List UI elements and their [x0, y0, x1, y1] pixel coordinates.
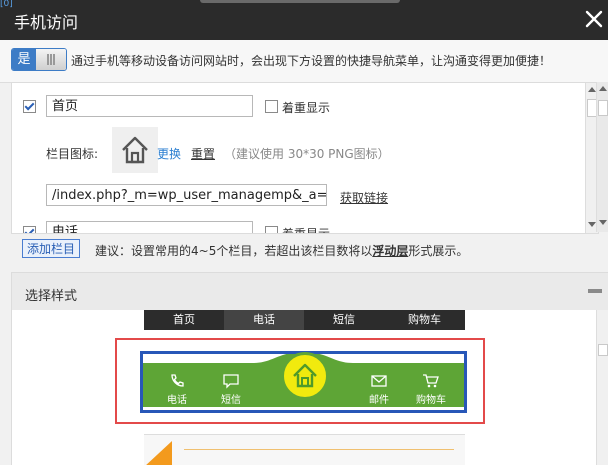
icon-label: 栏目图标: [46, 147, 99, 161]
link-url-input[interactable]: /index.php?_m=wp_user_managemp&_a=user. [46, 184, 327, 206]
background-tab [200, 0, 400, 3]
scroll-down-icon[interactable] [599, 220, 607, 225]
add-item-tip: 建议：设置常用的4~5个栏目，若超出该栏目数将以浮动层形式展示。 [95, 244, 469, 258]
scroll-up-icon[interactable] [588, 87, 596, 92]
enable-description: 通过手机等移动设备访问网站时，会出现下方设置的快捷导航菜单，让沟通变得更加便捷！ [71, 54, 552, 68]
scroll-down-icon[interactable] [588, 222, 596, 227]
orange-divider [184, 449, 454, 450]
dark-nav-item: 首页 [173, 313, 195, 326]
green-nav-item: 购物车 [406, 373, 456, 406]
orange-nav-style[interactable] [144, 434, 465, 465]
home-icon [112, 127, 158, 173]
dark-nav-item: 电话 [224, 310, 304, 330]
dialog-scrollbar[interactable] [596, 82, 608, 232]
toggle-on-label: 是 [12, 49, 36, 70]
dark-nav-item: 购物车 [408, 313, 441, 326]
icon-size-hint: （建议使用 30*30 PNG图标） [224, 147, 390, 161]
green-nav-item: 邮件 [359, 373, 399, 406]
item-name-input[interactable]: 首页 [46, 95, 253, 117]
style-section-title: 选择样式 [25, 289, 78, 304]
add-item-row: 添加栏目 建议：设置常用的4~5个栏目，若超出该栏目数将以浮动层形式展示。 [0, 233, 608, 264]
green-nav-item: 短信 [211, 373, 251, 406]
style-scrollbar[interactable] [596, 310, 608, 465]
enable-row: 是 通过手机等移动设备访问网站时，会出现下方设置的快捷导航菜单，让沟通变得更加便… [0, 40, 608, 83]
scroll-thumb[interactable] [598, 344, 608, 356]
phone-icon [171, 374, 184, 387]
close-icon[interactable] [583, 8, 605, 30]
change-icon-link[interactable]: 更换 [157, 145, 181, 162]
cart-icon [423, 374, 439, 388]
dark-nav-item: 短信 [333, 313, 355, 326]
reset-icon-link[interactable]: 重置 [191, 145, 215, 162]
dialog-title: 手机访问 [14, 13, 79, 32]
enable-toggle[interactable]: 是 [11, 48, 67, 71]
dark-nav-style[interactable]: 首页 电话 短信 购物车 [144, 310, 465, 330]
message-icon [223, 374, 239, 389]
title-bar: [0] 手机访问 [0, 0, 608, 40]
green-nav-item: 电话 [157, 373, 197, 406]
home-icon [281, 352, 329, 400]
menu-items-panel: 首页 着重显示 栏目图标: 更换 重置 （建议使用 30*30 PNG图标） /… [11, 82, 599, 234]
highlight-label: 着重显示 [282, 101, 331, 115]
scroll-thumb[interactable] [598, 100, 608, 116]
orange-corner [144, 441, 172, 465]
green-nav-style[interactable]: 电话 短信 邮件 购物车 [140, 351, 467, 413]
corner-fragment: [0] [0, 0, 13, 9]
style-preview-list: 首页 电话 短信 购物车 电话 短信 邮件 购物车 [11, 310, 608, 465]
scroll-up-icon[interactable] [599, 86, 607, 91]
get-link-link[interactable]: 获取链接 [340, 189, 388, 206]
collapse-icon[interactable] [588, 289, 602, 293]
item-enable-checkbox[interactable] [23, 100, 36, 113]
highlight-checkbox[interactable] [265, 100, 278, 113]
add-item-button[interactable]: 添加栏目 [22, 239, 80, 258]
style-section-header: 选择样式 [11, 272, 608, 311]
toggle-knob[interactable] [36, 49, 66, 70]
mail-icon [371, 375, 387, 387]
